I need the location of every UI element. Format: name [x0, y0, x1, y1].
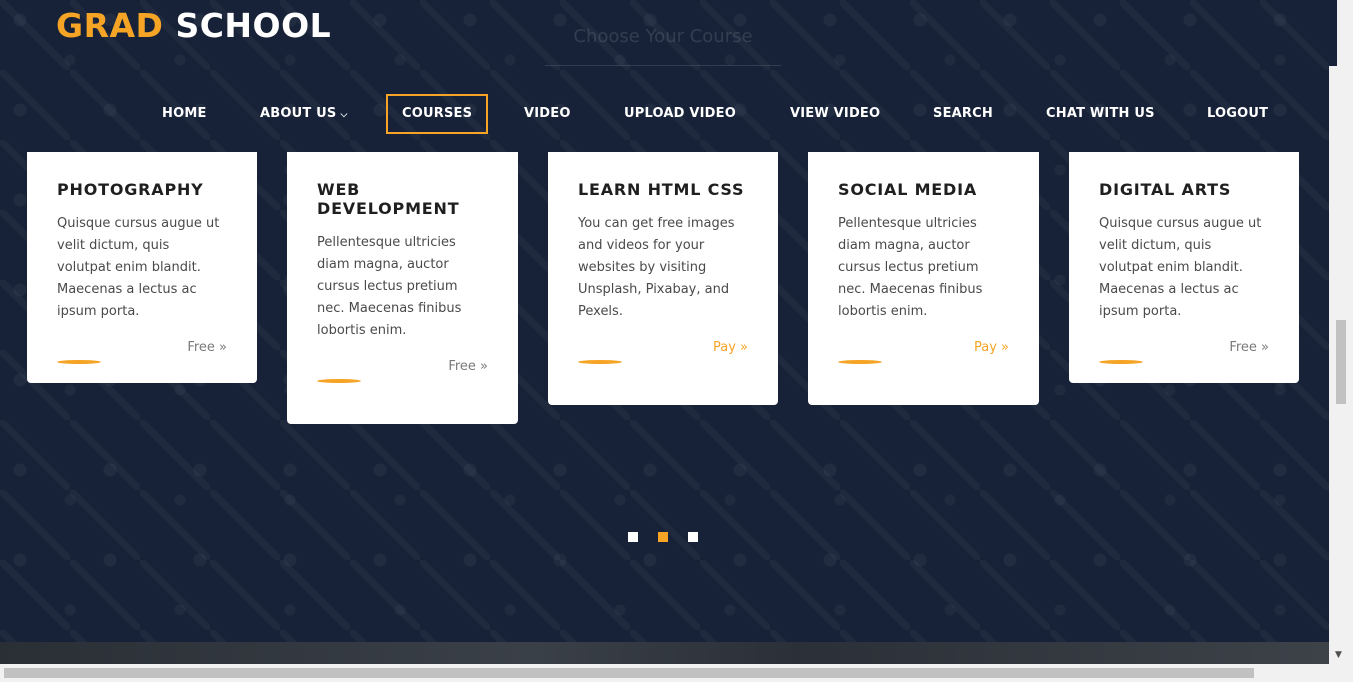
scrollbar-edge	[1329, 0, 1337, 66]
next-section-image	[0, 642, 1329, 664]
horizontal-scroll-thumb[interactable]	[4, 668, 1254, 678]
price-link[interactable]: Free »	[448, 359, 488, 374]
horizontal-scrollbar[interactable]	[0, 664, 1329, 682]
nav-view-video[interactable]: VIEW VIDEO	[790, 94, 880, 134]
nav-upload-video[interactable]: UPLOAD VIDEO	[624, 94, 736, 134]
accent-line	[1099, 360, 1143, 364]
nav-about-us[interactable]: ABOUT US ⌵	[260, 94, 348, 134]
nav-about-us-label: ABOUT US	[260, 106, 337, 121]
course-footer: Free »	[1099, 340, 1269, 380]
nav-logout[interactable]: LOGOUT	[1207, 94, 1268, 134]
carousel-dot-1[interactable]	[628, 532, 638, 542]
course-card: WEB DEVELOPMENT Pellentesque ultricies d…	[287, 152, 518, 424]
course-description: Pellentesque ultricies diam magna, aucto…	[838, 216, 983, 319]
course-title: WEB DEVELOPMENT	[317, 180, 460, 218]
course-description: You can get free images and videos for y…	[578, 216, 735, 319]
price-link[interactable]: Pay »	[713, 340, 748, 355]
course-footer: Pay »	[838, 340, 1009, 380]
accent-line	[578, 360, 622, 364]
course-description: Quisque cursus augue ut velit dictum, qu…	[1099, 216, 1262, 319]
course-title: SOCIAL MEDIA	[838, 180, 978, 199]
course-description: Quisque cursus augue ut velit dictum, qu…	[57, 216, 220, 319]
course-search-placeholder[interactable]: Choose Your Course	[545, 26, 781, 66]
vertical-scrollbar[interactable]: ▼	[1329, 0, 1353, 682]
main-nav: HOME ABOUT US ⌵ COURSES VIDEO UPLOAD VIDE…	[0, 94, 1329, 134]
course-footer: Free »	[57, 340, 227, 380]
course-footer: Pay »	[578, 340, 748, 380]
course-card: LEARN HTML CSS You can get free images a…	[548, 152, 778, 405]
nav-home[interactable]: HOME	[162, 94, 207, 134]
price-link[interactable]: Pay »	[974, 340, 1009, 355]
course-title: PHOTOGRAPHY	[57, 180, 204, 199]
site-logo[interactable]: GRAD SCHOOL	[56, 6, 331, 45]
chevron-down-icon: ⌵	[340, 110, 348, 120]
carousel-dot-2[interactable]	[658, 532, 668, 542]
nav-video[interactable]: VIDEO	[524, 94, 571, 134]
accent-line	[838, 360, 882, 364]
price-link[interactable]: Free »	[187, 340, 227, 355]
course-card: SOCIAL MEDIA Pellentesque ultricies diam…	[808, 152, 1039, 405]
logo-accent-text: GRAD	[56, 6, 164, 45]
accent-line	[57, 360, 101, 364]
vertical-scroll-thumb[interactable]	[1336, 320, 1346, 404]
course-title: DIGITAL ARTS	[1099, 180, 1232, 199]
scroll-down-arrow-icon[interactable]: ▼	[1335, 650, 1342, 660]
course-card: DIGITAL ARTS Quisque cursus augue ut vel…	[1069, 152, 1299, 383]
course-footer: Free »	[317, 359, 488, 399]
price-link[interactable]: Free »	[1229, 340, 1269, 355]
carousel-dot-3[interactable]	[688, 532, 698, 542]
nav-search[interactable]: SEARCH	[933, 94, 993, 134]
course-card: PHOTOGRAPHY Quisque cursus augue ut veli…	[27, 152, 257, 383]
nav-courses[interactable]: COURSES	[386, 94, 489, 134]
logo-text: SCHOOL	[175, 6, 332, 45]
course-description: Pellentesque ultricies diam magna, aucto…	[317, 235, 462, 338]
accent-line	[317, 379, 361, 383]
nav-chat-with-us[interactable]: CHAT WITH US	[1046, 94, 1155, 134]
course-title: LEARN HTML CSS	[578, 180, 745, 199]
